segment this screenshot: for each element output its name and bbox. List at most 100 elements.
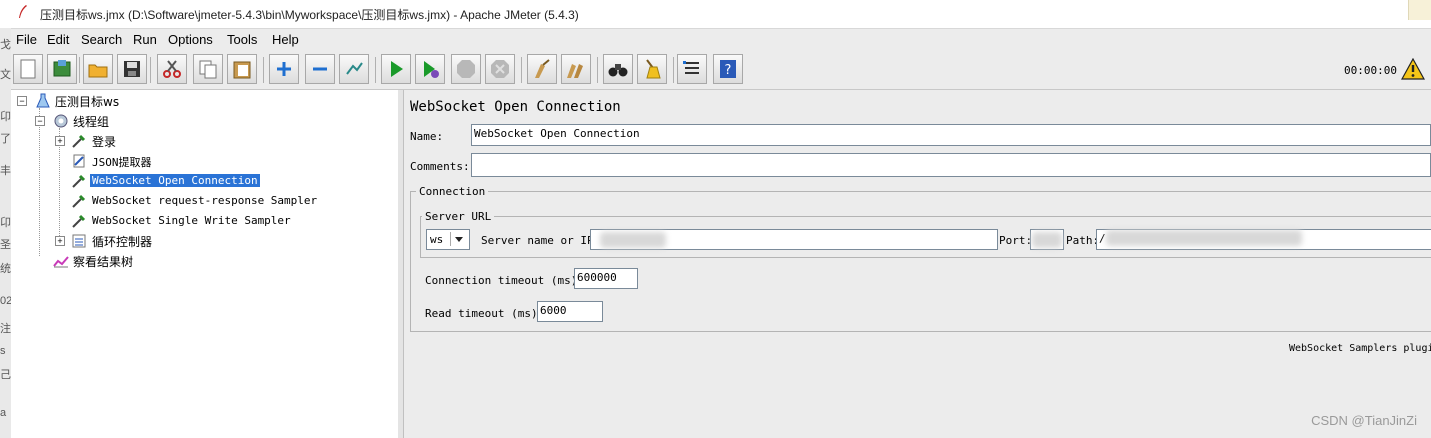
comments-field[interactable] [471, 153, 1431, 177]
strip-char: 圣 [0, 239, 11, 251]
toolbar-separator [375, 57, 376, 83]
copy-icon [199, 60, 217, 79]
templates-icon [53, 60, 71, 77]
warning-icon[interactable] [1401, 58, 1425, 80]
toggle-button[interactable] [339, 54, 369, 84]
open-button[interactable] [83, 54, 113, 84]
toolbar-separator [597, 57, 598, 83]
elapsed-timer: 00:00:00 [1344, 64, 1397, 77]
clear-button[interactable] [527, 54, 557, 84]
menu-run[interactable]: Run [133, 32, 157, 47]
tree-node-ws-request-response[interactable]: WebSocket request-response Sampler [15, 192, 355, 210]
start-button[interactable] [381, 54, 411, 84]
pipette-icon [72, 194, 86, 208]
redacted-port [1032, 232, 1062, 248]
search-button[interactable] [603, 54, 633, 84]
templates-button[interactable] [47, 54, 77, 84]
minus-icon [313, 67, 327, 71]
flask-icon [36, 93, 50, 108]
clear-icon [535, 59, 550, 78]
read-timeout-field[interactable]: 6000 [537, 301, 603, 322]
open-icon [88, 64, 108, 78]
read-timeout-label: Read timeout (ms): [425, 307, 545, 320]
tree-label: 循环控制器 [92, 235, 153, 249]
pipette-icon [72, 134, 86, 148]
tree-node-login[interactable]: + 登录 [15, 132, 315, 150]
stop-icon [457, 60, 475, 78]
shutdown-icon [491, 60, 509, 78]
menu-search[interactable]: Search [81, 32, 122, 47]
sampler-config-panel: WebSocket Open Connection Name: WebSocke… [404, 90, 1431, 438]
paste-button[interactable] [227, 54, 257, 84]
tree-node-ws-open[interactable]: WebSocket Open Connection [15, 172, 315, 190]
clear-all-button[interactable] [561, 54, 591, 84]
stop-button[interactable] [451, 54, 481, 84]
tree-node-test-plan[interactable]: − 压测目标ws [15, 92, 315, 110]
menu-help[interactable]: Help [272, 32, 299, 47]
tree-node-ws-single-write[interactable]: WebSocket Single Write Sampler [15, 212, 355, 230]
window-titlebar: 压测目标ws.jmx (D:\Software\jmeter-5.4.3\bin… [0, 0, 1431, 29]
tree-label: WebSocket request-response Sampler [92, 194, 318, 207]
menu-file[interactable]: File [16, 32, 37, 47]
strip-char: 卬 [0, 111, 11, 123]
reset-search-button[interactable] [637, 54, 667, 84]
cut-button[interactable] [157, 54, 187, 84]
collapse-toggle-icon[interactable]: − [17, 96, 27, 106]
menu-edit[interactable]: Edit [47, 32, 69, 47]
tree-label-selected: WebSocket Open Connection [90, 174, 260, 187]
name-field[interactable]: WebSocket Open Connection [471, 124, 1431, 146]
svg-text:?: ? [725, 63, 732, 78]
plugin-footer-link[interactable]: WebSocket Samplers plugin. C [1289, 343, 1431, 354]
protocol-select[interactable]: ws [426, 229, 470, 250]
port-label: Port: [999, 234, 1033, 247]
name-label: Name: [410, 130, 444, 143]
collapse-toggle-icon[interactable]: − [35, 116, 45, 126]
connection-timeout-field[interactable]: 600000 [574, 268, 638, 289]
strip-char: 卬 [0, 217, 11, 229]
cut-icon [163, 60, 181, 78]
toolbar-separator [521, 57, 522, 83]
menu-options[interactable]: Options [168, 32, 213, 47]
panel-heading: WebSocket Open Connection [410, 99, 621, 115]
gear-icon [54, 114, 68, 128]
toolbar-separator [673, 57, 674, 83]
test-plan-tree: − 压测目标ws − 线程组 + 登录 JSON提取器 WebSocket Op… [11, 90, 399, 438]
toggle-icon [346, 62, 363, 75]
server-url-group-title: Server URL [422, 210, 495, 223]
tree-node-loop-controller[interactable]: + 循环控制器 [15, 232, 315, 250]
shutdown-button[interactable] [485, 54, 515, 84]
strip-char: 了 [0, 133, 11, 145]
start-no-pause-button[interactable] [415, 54, 445, 84]
strip-char: 文 [0, 69, 11, 81]
tree-node-thread-group[interactable]: − 线程组 [15, 112, 315, 130]
extractor-icon [73, 154, 85, 168]
expand-button[interactable] [269, 54, 299, 84]
redacted-path [1106, 230, 1302, 246]
toolbar-separator [79, 57, 80, 83]
expand-toggle-icon[interactable]: + [55, 236, 65, 246]
window-controls[interactable] [1408, 0, 1431, 20]
background-window-strip: 戈 文 卬 了 丰 卬 圣 统 02 注 s 己 a [0, 28, 12, 438]
menu-tools[interactable]: Tools [227, 32, 257, 47]
pipette-icon [72, 174, 86, 188]
tree-label: 察看结果树 [73, 255, 134, 269]
watermark: CSDN @TianJinZi [1311, 413, 1417, 428]
results-tree-icon [53, 256, 69, 268]
chevron-down-icon[interactable] [450, 232, 467, 246]
tree-node-view-results-tree[interactable]: 察看结果树 [15, 252, 315, 270]
plus-icon [277, 62, 291, 76]
collapse-button[interactable] [305, 54, 335, 84]
new-icon [20, 59, 36, 79]
function-helper-button[interactable] [677, 54, 707, 84]
save-button[interactable] [117, 54, 147, 84]
broom-icon [646, 59, 661, 79]
strip-char: 丰 [0, 165, 11, 177]
tree-label: JSON提取器 [92, 156, 152, 169]
help-button[interactable]: ? [713, 54, 743, 84]
copy-button[interactable] [193, 54, 223, 84]
expand-toggle-icon[interactable]: + [55, 136, 65, 146]
tree-node-json-extractor[interactable]: JSON提取器 [15, 152, 315, 170]
paste-icon [233, 61, 251, 79]
tree-label: WebSocket Single Write Sampler [92, 214, 291, 227]
new-button[interactable] [13, 54, 43, 84]
